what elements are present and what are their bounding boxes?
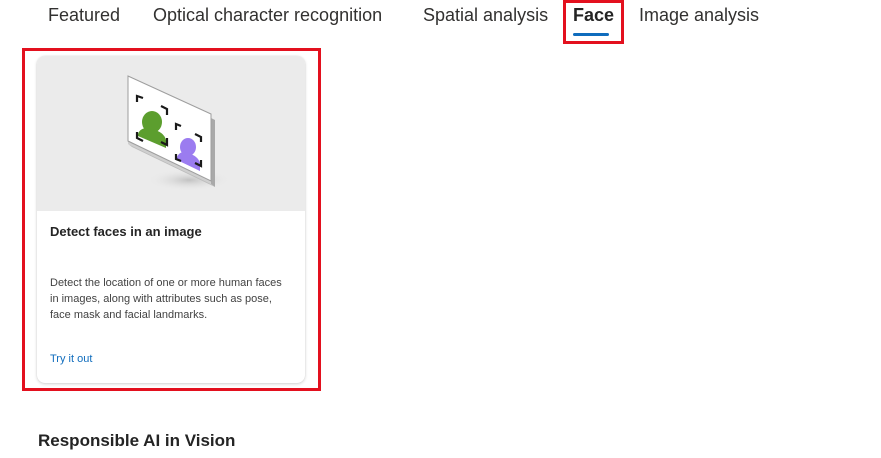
- tab-highlight-box: [563, 0, 624, 44]
- tab-optical-character-recognition[interactable]: Optical character recognition: [153, 4, 382, 26]
- tab-spatial-analysis[interactable]: Spatial analysis: [423, 4, 548, 26]
- section-title: Responsible AI in Vision: [38, 431, 236, 450]
- tab-image-analysis[interactable]: Image analysis: [639, 4, 759, 26]
- tab-featured[interactable]: Featured: [48, 4, 120, 26]
- card-highlight-box: [22, 48, 321, 391]
- tab-bar: Featured Optical character recognition S…: [0, 0, 881, 40]
